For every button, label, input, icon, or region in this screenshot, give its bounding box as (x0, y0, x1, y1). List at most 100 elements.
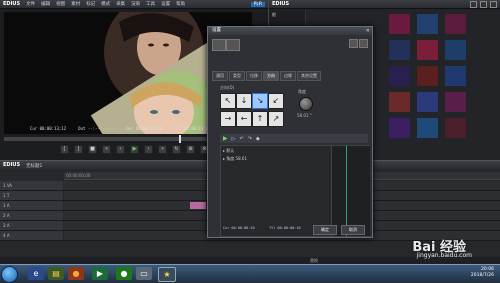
tc-total: Ttl 00:00:13;00 (174, 126, 211, 131)
effect-thumb[interactable] (389, 118, 410, 138)
direction-grid: ↖ ↓ ↘ ↙ → ← ↑ ↗ (220, 93, 284, 127)
project-name: 无标题1 (26, 163, 43, 169)
keyframe-track-default[interactable]: ▸ 默认 (223, 148, 323, 154)
keyframe-graph[interactable] (331, 146, 370, 236)
arrow-up-icon[interactable]: ↑ (252, 111, 268, 127)
edius-taskbar-icon[interactable]: ★ (158, 267, 176, 282)
rewind-icon[interactable]: « (102, 145, 111, 154)
set-in-icon[interactable]: [ (60, 145, 69, 154)
menu-edit[interactable]: 编辑 (41, 1, 50, 7)
effect-thumb[interactable] (445, 92, 466, 112)
close-icon[interactable] (490, 0, 497, 8)
fast-forward-icon[interactable]: » (158, 145, 167, 154)
arrow-down-left-icon[interactable]: ↙ (268, 93, 284, 109)
effect-thumb[interactable] (417, 40, 438, 60)
tab-type[interactable]: 类型 (229, 71, 245, 81)
arrow-up-left-icon[interactable]: ↖ (220, 93, 236, 109)
tab-border[interactable]: 边缘 (280, 71, 296, 81)
track-header[interactable]: 1 VA (0, 181, 63, 190)
menu-settings[interactable]: 设置 (161, 1, 170, 7)
redo-icon[interactable]: ↷ (248, 136, 252, 142)
effect-thumb[interactable] (417, 14, 438, 34)
effect-thumb[interactable] (389, 92, 410, 112)
dialog-title: 设置 (208, 27, 372, 35)
chat-icon[interactable]: ● (116, 267, 132, 280)
system-clock[interactable]: 20:06 2018/7/26 (471, 267, 494, 279)
step-icon[interactable]: ▷ (232, 136, 236, 142)
menu-tools[interactable]: 工具 (146, 1, 155, 7)
taskbar: e ▤ ● ▶ ● ▭ ★ 20:06 2018/7/26 (0, 264, 500, 283)
menu-clip[interactable]: 素材 (71, 1, 80, 7)
effect-thumb[interactable] (389, 66, 410, 86)
stop-icon[interactable]: ■ (88, 145, 97, 154)
tc-duration: Dur 00:00:05;00 (126, 126, 163, 131)
effect-thumb[interactable] (445, 66, 466, 86)
ok-button[interactable]: 确定 (313, 225, 337, 235)
step-forward-icon[interactable]: › (144, 145, 153, 154)
undo-icon[interactable]: ↶ (239, 136, 243, 142)
effect-thumb[interactable] (417, 92, 438, 112)
arrow-down-right-icon[interactable]: ↘ (252, 93, 268, 109)
maximize-icon[interactable] (480, 0, 487, 8)
effect-thumb[interactable] (445, 14, 466, 34)
dialog-tabs: 通用 类型 位移 方向 边缘 其他设置 (212, 71, 321, 81)
menu-file[interactable]: 文件 (26, 1, 35, 7)
arrow-up-right-icon[interactable]: ↗ (268, 111, 284, 127)
close-icon[interactable]: ✕ (366, 28, 370, 34)
player-mode-badge[interactable]: PLR (250, 1, 265, 7)
effect-thumb[interactable] (445, 118, 466, 138)
timeline-brand: EDIUS (3, 162, 21, 168)
arrow-right-icon[interactable]: → (220, 111, 236, 127)
angle-value: 58.01 ° (297, 113, 312, 118)
tab-direction[interactable]: 方向 (263, 71, 279, 81)
tab-other[interactable]: 其他设置 (297, 71, 321, 81)
preset-icon[interactable] (226, 39, 240, 51)
effect-thumb[interactable] (389, 40, 410, 60)
cancel-button[interactable]: 取消 (341, 225, 365, 235)
play-icon[interactable]: ▶ (223, 135, 228, 142)
arrow-down-icon[interactable]: ↓ (236, 93, 252, 109)
keyframe-track-angle[interactable]: ▸ 角度 58.01 (223, 156, 323, 162)
track-header[interactable]: 1 T (0, 191, 63, 200)
track-header[interactable]: 4 A (0, 231, 63, 240)
save-preset-icon[interactable] (349, 39, 358, 48)
tab-general[interactable]: 通用 (212, 71, 228, 81)
folder-icon[interactable]: ▤ (48, 267, 64, 280)
menu-help[interactable]: 帮助 (176, 1, 185, 7)
ie-icon[interactable]: e (28, 267, 44, 280)
minimize-icon[interactable] (470, 0, 477, 8)
media-icon[interactable]: ▶ (92, 267, 108, 280)
browser-icon[interactable]: ● (68, 267, 84, 280)
effect-thumb[interactable] (417, 118, 438, 138)
effect-thumb[interactable] (417, 66, 438, 86)
menu-marker[interactable]: 标记 (86, 1, 95, 7)
menu-render[interactable]: 渲染 (131, 1, 140, 7)
window-icon[interactable]: ▭ (136, 267, 152, 280)
menu-mode[interactable]: 模式 (101, 1, 110, 7)
menu-view[interactable]: 视图 (56, 1, 65, 7)
arrow-left-icon[interactable]: ← (236, 111, 252, 127)
playhead[interactable] (346, 146, 347, 236)
app-brand: EDIUS (3, 1, 21, 7)
load-preset-icon[interactable] (359, 39, 368, 48)
preset-icon[interactable] (212, 39, 226, 51)
start-button[interactable] (1, 266, 18, 283)
add-keyframe-icon[interactable]: ◆ (256, 136, 260, 142)
tab-position[interactable]: 位移 (246, 71, 262, 81)
seek-handle[interactable] (179, 135, 181, 143)
step-back-icon[interactable]: ‹ (116, 145, 125, 154)
track-header[interactable]: 2 A (0, 211, 63, 220)
play-icon[interactable]: ▶ (130, 145, 139, 154)
track-header[interactable]: 3 A (0, 221, 63, 230)
angle-knob[interactable] (299, 97, 313, 111)
bin-root-folder[interactable]: 根 (269, 10, 305, 20)
keyframe-tc-current: Cur 00:00:00:10 (223, 226, 255, 230)
effect-thumb[interactable] (445, 40, 466, 60)
timeline-clip[interactable] (190, 202, 206, 209)
set-out-icon[interactable]: ] (74, 145, 83, 154)
menu-capture[interactable]: 采集 (116, 1, 125, 7)
insert-icon[interactable]: ⊕ (186, 145, 195, 154)
effect-thumb[interactable] (389, 14, 410, 34)
track-header[interactable]: 1 A (0, 201, 63, 210)
loop-icon[interactable]: ↻ (172, 145, 181, 154)
